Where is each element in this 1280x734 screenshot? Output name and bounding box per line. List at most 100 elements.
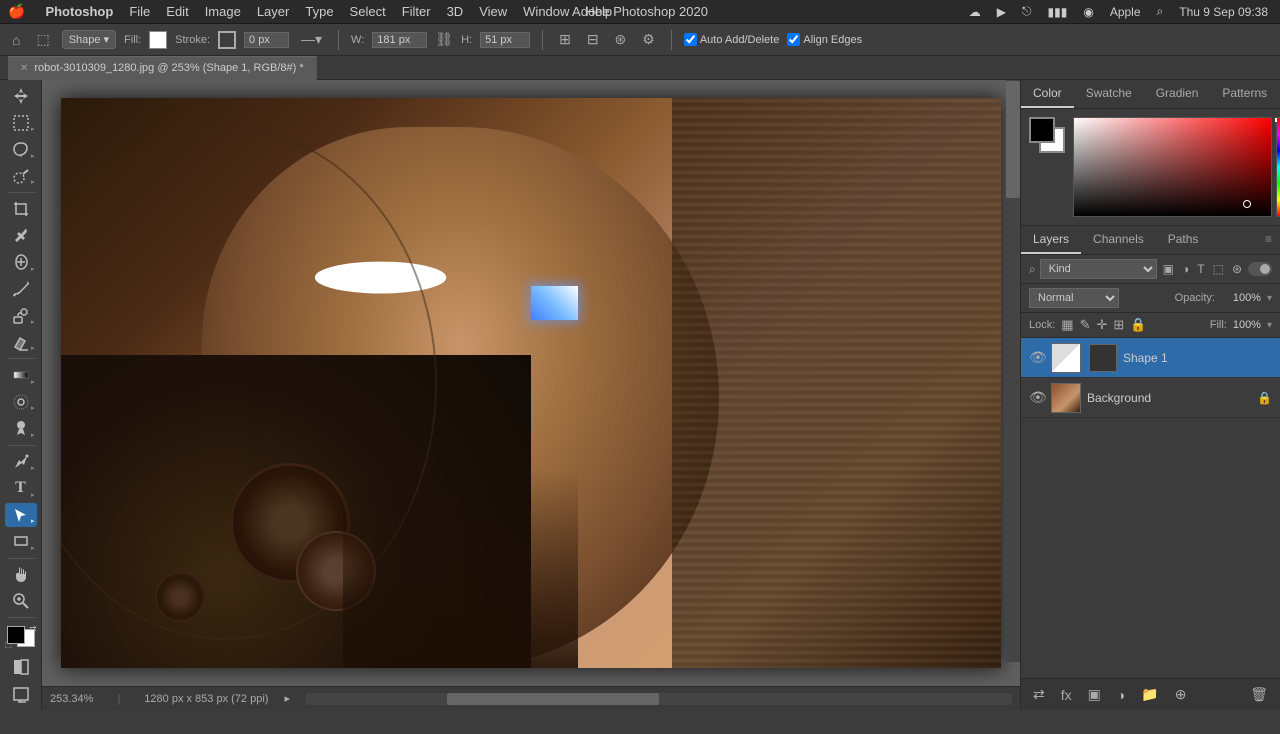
gradient-tool[interactable]: ▸ (5, 363, 37, 388)
blend-mode-select[interactable]: Normal (1029, 288, 1119, 308)
lock-transparent-icon[interactable]: ▦ (1061, 317, 1073, 333)
layer-effects-btn[interactable]: fx (1057, 685, 1076, 705)
filter-smart-icon[interactable]: ⊛ (1230, 260, 1244, 278)
blur-tool[interactable]: ▸ (5, 390, 37, 415)
align-edges-checkbox[interactable]: Align Edges (787, 33, 862, 46)
color-spectrum-field[interactable] (1073, 117, 1272, 217)
new-layer-btn[interactable]: ⊕ (1171, 684, 1191, 705)
menu-select[interactable]: Select (342, 0, 394, 24)
scroll-thumb-h[interactable] (447, 693, 659, 705)
new-adj-layer-btn[interactable]: ◑ (1113, 685, 1129, 705)
opacity-chevron[interactable]: ▾ (1267, 293, 1272, 304)
layer-name-background[interactable]: Background (1087, 391, 1251, 405)
filter-type-icon[interactable]: T (1195, 260, 1206, 278)
menu-window[interactable]: Window (515, 0, 577, 24)
apple-menu-item[interactable]: Apple (1106, 5, 1145, 19)
pen-tool[interactable]: ▸ (5, 449, 37, 474)
scrollbar-horizontal[interactable] (306, 693, 1012, 705)
warp-button[interactable]: ⊛ (611, 29, 631, 50)
menu-view[interactable]: View (471, 0, 515, 24)
layer-shape1[interactable]: 👁 Shape 1 (1021, 338, 1280, 378)
fill-value[interactable]: 100% (1233, 319, 1261, 331)
app-name[interactable]: Photoshop (37, 0, 121, 24)
dodge-tool[interactable]: ▸ (5, 416, 37, 441)
eyedropper-tool[interactable] (5, 224, 37, 249)
tab-swatch[interactable]: Swatche (1074, 80, 1144, 108)
tab-color[interactable]: Color (1021, 80, 1074, 108)
lock-artboard-icon[interactable]: ⊞ (1113, 317, 1124, 333)
crop-tool[interactable] (5, 197, 37, 222)
tab-layers[interactable]: Layers (1021, 226, 1081, 254)
auto-add-delete-checkbox[interactable]: Auto Add/Delete (684, 33, 780, 46)
lock-image-icon[interactable]: ✎ (1080, 317, 1091, 333)
tab-patterns[interactable]: Patterns (1210, 80, 1279, 108)
auto-add-delete-check[interactable] (684, 33, 697, 46)
layer-vis-shape1[interactable]: 👁 (1029, 349, 1045, 366)
filter-adj-icon[interactable]: ◑ (1180, 260, 1191, 278)
eraser-tool[interactable]: ▸ (5, 330, 37, 355)
height-input[interactable] (480, 32, 530, 48)
lock-all-icon[interactable]: 🔒 (1130, 317, 1146, 333)
play-icon[interactable]: ▶ (993, 5, 1010, 19)
layer-background[interactable]: 👁 Background 🔒 (1021, 378, 1280, 418)
expand-arrow[interactable]: ▸ (284, 692, 290, 705)
layer-name-shape1[interactable]: Shape 1 (1123, 351, 1272, 365)
scrollbar-vertical[interactable] (1006, 80, 1020, 662)
width-input[interactable] (372, 32, 427, 48)
fg-bg-swatches[interactable] (1029, 117, 1065, 153)
search-icon[interactable]: ⌕ (1153, 4, 1168, 19)
canvas[interactable] (61, 98, 1001, 668)
new-group-btn[interactable]: 📁 (1137, 684, 1162, 705)
scroll-thumb-v[interactable] (1006, 81, 1020, 197)
menu-3d[interactable]: 3D (439, 0, 472, 24)
layer-vis-background[interactable]: 👁 (1029, 389, 1045, 406)
align-edges-check[interactable] (787, 33, 800, 46)
color-picker-area[interactable] (1073, 117, 1272, 217)
menu-image[interactable]: Image (197, 0, 249, 24)
rectangle-shape-tool[interactable]: ▸ (5, 529, 37, 554)
filter-shape-icon[interactable]: ⬚ (1211, 260, 1226, 278)
lasso-tool[interactable]: ▸ (5, 137, 37, 162)
tab-paths[interactable]: Paths (1156, 226, 1211, 254)
tab-channels[interactable]: Channels (1081, 226, 1156, 254)
filter-type-select[interactable]: Kind (1040, 259, 1157, 279)
fill-chevron[interactable]: ▾ (1267, 320, 1272, 331)
zoom-tool[interactable] (5, 589, 37, 614)
path-ops-button[interactable]: ⊞ (555, 29, 575, 50)
fill-swatch[interactable] (149, 31, 167, 49)
color-swatches[interactable]: ⇄ ⬚ (5, 624, 37, 649)
bluetooth-icon[interactable]: ⎋ (1018, 4, 1036, 19)
opacity-value[interactable]: 100% (1221, 292, 1261, 304)
move-tool[interactable] (5, 84, 37, 109)
document-tab[interactable]: ✕ robot-3010309_1280.jpg @ 253% (Shape 1… (8, 56, 317, 80)
path-select-tool[interactable]: ▸ (5, 503, 37, 528)
path-align-button[interactable]: ⊟ (583, 29, 603, 50)
clone-stamp-tool[interactable]: ▸ (5, 303, 37, 328)
link-layers-btn[interactable]: ⇄ (1029, 684, 1049, 705)
stroke-width-input[interactable] (244, 32, 289, 48)
tab-gradient[interactable]: Gradien (1144, 80, 1211, 108)
tool-preset-button[interactable]: ⬚ (32, 29, 53, 50)
hand-tool[interactable] (5, 562, 37, 587)
tab-close-icon[interactable]: ✕ (20, 63, 28, 74)
menu-type[interactable]: Type (297, 0, 341, 24)
filter-pixel-icon[interactable]: ▣ (1161, 260, 1176, 278)
lock-position-icon[interactable]: ✛ (1097, 317, 1108, 333)
shape-dropdown[interactable]: Shape ▾ (62, 30, 116, 49)
screen-mode-button[interactable] (5, 681, 37, 706)
type-tool[interactable]: T ▸ (5, 476, 37, 501)
quick-select-tool[interactable]: ▸ (5, 164, 37, 189)
menu-layer[interactable]: Layer (249, 0, 298, 24)
settings-button[interactable]: ⚙ (638, 29, 659, 50)
menu-file[interactable]: File (121, 0, 158, 24)
brush-tool[interactable] (5, 277, 37, 302)
quick-mask-button[interactable] (5, 655, 37, 680)
home-button[interactable]: ⌂ (8, 30, 24, 50)
menu-edit[interactable]: Edit (158, 0, 196, 24)
add-mask-btn[interactable]: ▣ (1084, 684, 1105, 705)
marquee-tool[interactable]: ▸ (5, 111, 37, 136)
chain-icon[interactable]: ⛓ (435, 31, 453, 48)
stroke-swatch[interactable] (218, 31, 236, 49)
layers-panel-menu[interactable]: ≡ (1257, 226, 1280, 254)
apple-icon[interactable]: 🍎 (8, 3, 25, 20)
